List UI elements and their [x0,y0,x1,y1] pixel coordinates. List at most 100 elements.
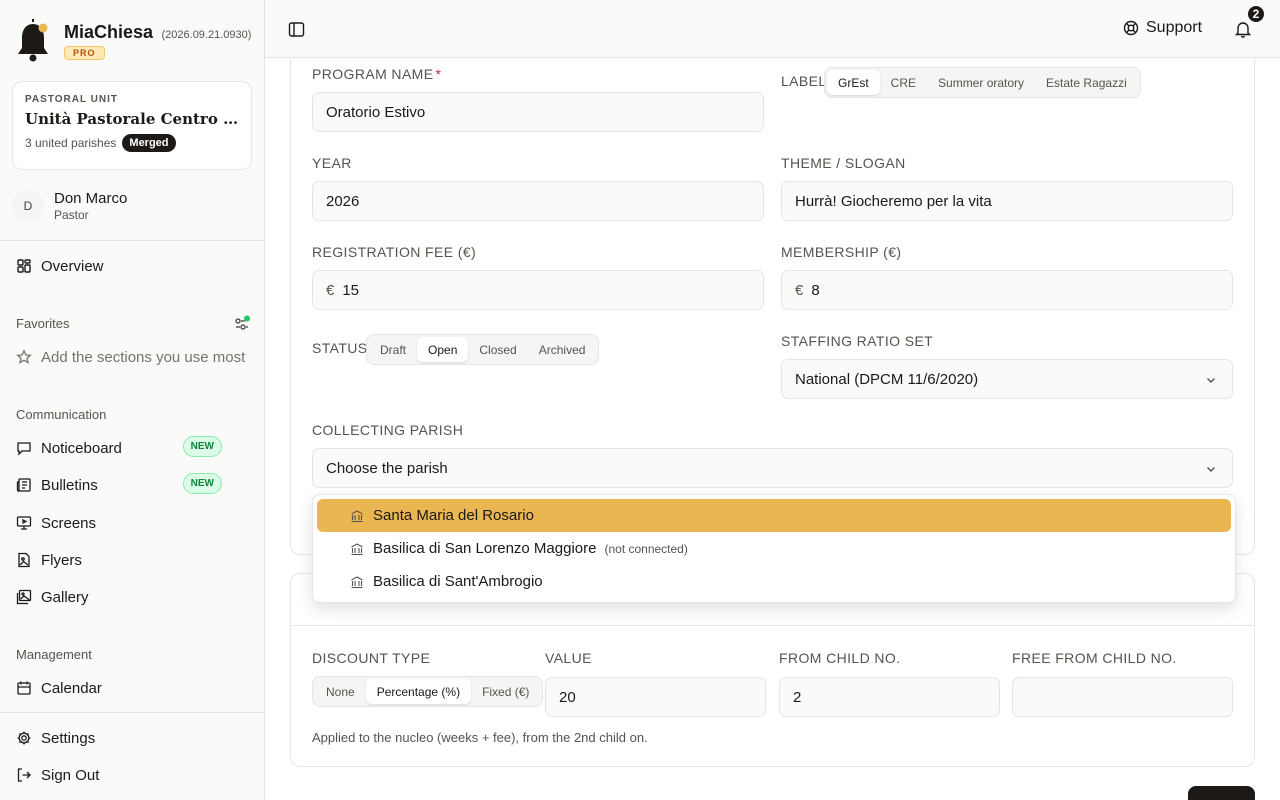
nav-item-calendar[interactable]: Calendar [16,674,248,702]
label-option[interactable]: CRE [880,70,927,95]
label-segmented-control: GrEst CRE Summer oratory Estate Ragazzi [824,67,1141,98]
file-image-icon [18,552,30,568]
free-from-input[interactable] [1012,677,1233,717]
communication-title: Communication [16,407,107,422]
discount-value-input[interactable]: 20 [545,677,766,717]
app-version: (2026.09.21.0930) [161,29,252,41]
favorites-title: Favorites [16,316,70,331]
card-divider [291,625,1254,626]
from-child-input[interactable]: 2 [779,677,1000,717]
membership-value: 8 [811,281,820,299]
user-profile[interactable]: D Don Marco Pastor [12,190,127,222]
parish-option[interactable]: Santa Maria del Rosario [317,499,1231,532]
nav-label: Screens [41,514,97,532]
year-label: YEAR [312,155,352,171]
church-building-icon [351,542,363,555]
status-segmented-control: Draft Open Closed Archived [366,334,600,365]
notifications-bell-icon[interactable] [1234,20,1252,38]
fee-input[interactable]: €15 [312,270,764,310]
nav-item-flyers[interactable]: Flyers [16,546,248,574]
pastoral-unit-card[interactable]: PASTORAL UNIT Unità Pastorale Centro Sto… [12,81,252,170]
status-option[interactable]: Archived [528,337,597,362]
staffing-select[interactable]: National (DPCM 11/6/2020) [781,359,1233,399]
customize-favorites-icon[interactable] [233,315,251,333]
favorites-hint[interactable]: Add the sections you use most [16,343,248,371]
parish-dropdown: Santa Maria del Rosario Basilica di San L… [312,494,1236,603]
collecting-label: COLLECTING PARISH [312,422,464,438]
favorites-hint-text: Add the sections you use most [41,348,246,366]
grid-icon [17,259,31,273]
app-name: MiaChiesa [64,22,154,42]
support-label: Support [1146,19,1203,36]
unit-eyebrow: PASTORAL UNIT [25,94,119,105]
label-option[interactable]: GrEst [827,70,880,95]
unit-name: Unità Pastorale Centro Storico [25,110,239,128]
required-asterisk: * [435,66,442,82]
from-child-label: FROM CHILD NO. [779,650,901,666]
new-badge: NEW [182,436,222,457]
label-option[interactable]: Summer oratory [927,70,1035,95]
program-name-input[interactable]: Oratorio Estivo [312,92,764,132]
discount-type-option[interactable]: Percentage (%) [365,679,472,704]
nav-item-settings[interactable]: Settings [16,724,248,752]
user-role: Pastor [54,208,89,222]
label-option[interactable]: Estate Ragazzi [1035,70,1138,95]
parish-option[interactable]: Basilica di San Lorenzo Maggiore (not con… [317,532,1231,565]
program-name-value: Oratorio Estivo [326,103,426,121]
nav-item-screens[interactable]: Screens [16,509,248,537]
pro-badge: PRO [64,46,105,60]
sidebar: MiaChiesa (2026.09.21.0930) PRO PASTORAL… [0,0,265,800]
fee-value: 15 [342,281,360,299]
theme-value: Hurrà! Giocheremo per la vita [795,192,992,210]
user-name: Don Marco [54,190,128,207]
church-building-icon [351,575,363,588]
nav-item-sign-out[interactable]: Sign Out [16,761,248,789]
status-option[interactable]: Open [417,337,469,362]
euro-prefix: € [326,281,335,299]
chevron-down-icon [1207,378,1215,383]
collecting-parish-select[interactable]: Choose the parish [312,448,1233,488]
management-title: Management [16,647,92,662]
life-buoy-icon [1123,20,1139,36]
fee-label: REGISTRATION FEE (€) [312,244,477,260]
nav-item-bulletins[interactable]: Bulletins NEW [16,471,248,499]
parish-option-note: (not connected) [604,541,688,556]
parish-option[interactable]: Basilica di Sant'Ambrogio [317,565,1231,598]
notifications-count: 2 [1246,4,1266,24]
euro-prefix: € [795,281,804,299]
nav-item-noticeboard[interactable]: Noticeboard NEW [16,434,248,462]
support-button[interactable]: Support [1123,19,1202,37]
calendar-icon [17,681,31,695]
discount-type-option[interactable]: Fixed (€) [471,679,540,704]
nav-divider [0,240,265,241]
year-input[interactable]: 2026 [312,181,764,221]
status-option[interactable]: Draft [369,337,417,362]
nav-label: Gallery [41,588,89,606]
label-label: LABEL [781,73,827,89]
theme-input[interactable]: Hurrà! Giocheremo per la vita [781,181,1233,221]
membership-input[interactable]: €8 [781,270,1233,310]
staffing-label: STAFFING RATIO SET [781,333,934,349]
chat-icon [17,442,31,456]
log-out-icon [17,768,31,782]
sidebar-toggle-icon[interactable] [288,21,305,38]
star-icon [16,349,32,364]
status-option[interactable]: Closed [468,337,527,362]
staffing-value: National (DPCM 11/6/2020) [795,370,979,388]
merged-badge: Merged [122,134,176,152]
nav-item-overview[interactable]: Overview [16,252,248,280]
chevron-down-icon [1207,467,1215,472]
save-button[interactable] [1188,786,1255,800]
nav-label: Sign Out [41,766,100,784]
brand[interactable]: MiaChiesa (2026.09.21.0930) PRO [16,18,251,62]
parish-option-name: Basilica di San Lorenzo Maggiore [373,540,597,557]
nav-label: Bulletins [41,476,98,494]
membership-label: MEMBERSHIP (€) [781,244,902,260]
discount-type-segmented-control: None Percentage (%) Fixed (€) [312,676,544,707]
nav-label: Noticeboard [41,439,122,457]
nav-item-gallery[interactable]: Gallery [16,583,248,611]
images-icon [16,589,32,605]
main-content: PROGRAM NAME * Oratorio Estivo LABEL GrEs… [265,59,1280,800]
discount-type-option[interactable]: None [315,679,366,704]
topbar: Support 2 [265,0,1280,58]
